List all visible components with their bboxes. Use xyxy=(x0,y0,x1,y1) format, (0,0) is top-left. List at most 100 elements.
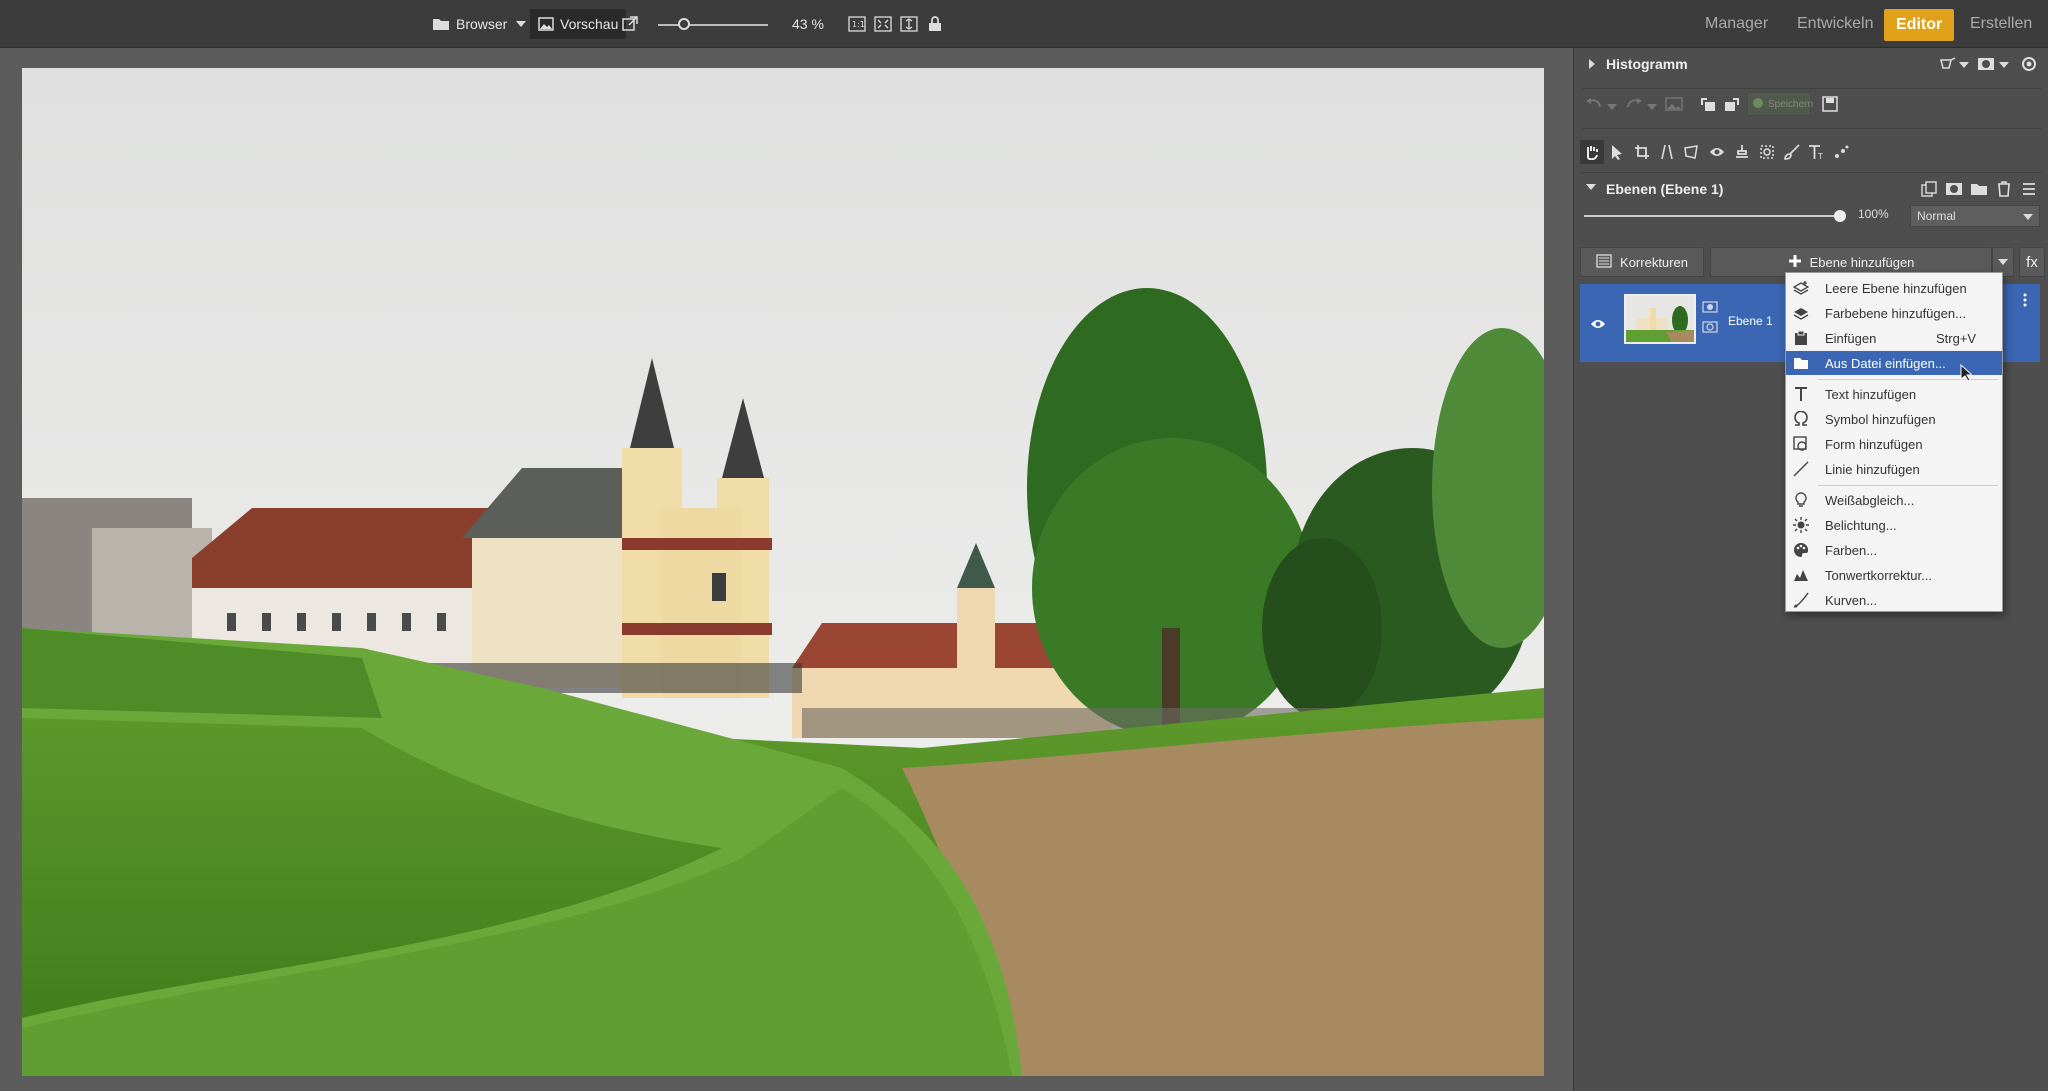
external-link-icon xyxy=(622,16,638,32)
insert-file-icon xyxy=(1792,354,1810,372)
save-as-icon[interactable] xyxy=(1820,94,1840,114)
opacity-slider-knob[interactable] xyxy=(1834,210,1846,222)
menu-item-levels[interactable]: Tonwertkorrektur... xyxy=(1786,563,2002,587)
hand-icon xyxy=(1582,142,1602,162)
rotate-right-icon[interactable] xyxy=(1722,94,1742,114)
clip-warning-icon[interactable] xyxy=(1938,54,1958,74)
brush-tool-icon[interactable] xyxy=(1782,142,1802,162)
histogram-title: Histogramm xyxy=(1606,56,1688,72)
hand-tool-button[interactable] xyxy=(1580,140,1604,164)
tab-editor[interactable]: Editor xyxy=(1884,9,1955,41)
redo-icon[interactable] xyxy=(1624,94,1644,114)
menu-item-white-balance[interactable]: Weißabgleich... xyxy=(1786,488,2002,512)
mouse-cursor xyxy=(1960,363,1974,387)
corrections-label: Korrekturen xyxy=(1620,254,1688,270)
chevron-down-icon xyxy=(1998,259,2008,265)
menu-item-add-symbol[interactable]: Symbol hinzufügen xyxy=(1786,407,2002,431)
layer-mask-icon[interactable] xyxy=(1944,179,1964,199)
layer-mask-icon[interactable] xyxy=(1702,320,1718,334)
photo-canvas[interactable] xyxy=(22,68,1544,1076)
duplicate-layer-icon[interactable] xyxy=(1919,179,1939,199)
transform-tool-icon[interactable] xyxy=(1682,142,1702,162)
browser-button[interactable]: Browser xyxy=(424,0,515,48)
photo-image xyxy=(22,68,1544,1076)
text-icon xyxy=(1792,385,1810,403)
menu-item-exposure[interactable]: Belichtung... xyxy=(1786,513,2002,537)
bulb-icon xyxy=(1792,491,1810,509)
save-check-icon xyxy=(1752,97,1764,112)
fit-screen-icon xyxy=(874,16,892,32)
lock-icon xyxy=(928,16,942,32)
menu-item-curves[interactable]: Kurven... xyxy=(1786,588,2002,612)
chevron-down-icon[interactable] xyxy=(1607,104,1617,110)
paste-icon xyxy=(1792,329,1810,347)
tab-manager[interactable]: Manager xyxy=(1705,0,1768,48)
zoom-slider[interactable] xyxy=(658,18,768,30)
mask-view-icon[interactable] xyxy=(1976,54,1996,74)
layers-menu-icon[interactable] xyxy=(2019,179,2039,199)
settings-icon[interactable] xyxy=(2019,54,2039,74)
group-folder-icon[interactable] xyxy=(1969,179,1989,199)
blend-mode-value: Normal xyxy=(1917,209,1956,223)
preview-label: Vorschau xyxy=(560,16,619,32)
layer-mask-icon[interactable] xyxy=(1702,300,1718,314)
omega-icon xyxy=(1792,410,1810,428)
chevron-down-icon[interactable] xyxy=(1959,62,1969,68)
corrections-icon xyxy=(1596,253,1612,271)
sun-icon xyxy=(1792,516,1810,534)
save-label: Speichern xyxy=(1768,98,1814,110)
rotate-left-icon[interactable] xyxy=(1698,94,1718,114)
curves-icon xyxy=(1792,591,1810,609)
chevron-down-icon[interactable] xyxy=(1647,104,1657,110)
fx-button[interactable]: fx xyxy=(2019,247,2045,277)
opacity-value: 100% xyxy=(1858,207,1889,221)
layer-thumbnail xyxy=(1624,294,1696,344)
fit-screen-button[interactable] xyxy=(874,0,892,48)
more-vertical-icon[interactable] xyxy=(2020,290,2030,310)
zoom-slider-knob[interactable] xyxy=(678,18,691,30)
color-layer-icon xyxy=(1792,304,1810,322)
canvas-area[interactable] xyxy=(0,48,1573,1091)
selection-tool-icon[interactable] xyxy=(1757,142,1777,162)
divider xyxy=(1582,128,2041,129)
svg-text:1:1: 1:1 xyxy=(852,20,865,29)
corrections-button[interactable]: Korrekturen xyxy=(1580,247,1704,277)
menu-divider xyxy=(1818,485,1998,486)
tab-develop[interactable]: Entwickeln xyxy=(1797,0,1873,48)
undo-icon[interactable] xyxy=(1584,94,1604,114)
save-button[interactable]: Speichern xyxy=(1747,92,1814,116)
chevron-down-icon xyxy=(1586,184,1596,190)
more-tools-icon[interactable] xyxy=(1832,142,1852,162)
tab-create[interactable]: Erstellen xyxy=(1970,0,2032,48)
select-tool-icon[interactable] xyxy=(1607,142,1627,162)
menu-item-paste[interactable]: Einfügen Strg+V xyxy=(1786,326,2002,350)
trash-icon[interactable] xyxy=(1994,179,2014,199)
external-preview-button[interactable] xyxy=(622,0,638,48)
histogram-header[interactable]: Histogramm xyxy=(1574,48,2048,80)
visibility-eye-icon[interactable] xyxy=(1588,314,1608,334)
chevron-down-icon[interactable] xyxy=(1999,62,2009,68)
menu-item-empty-layer[interactable]: Leere Ebene hinzufügen xyxy=(1786,276,2002,300)
red-eye-tool-icon[interactable] xyxy=(1707,142,1727,162)
zoom-100-button[interactable]: 1:1 xyxy=(848,0,866,48)
lock-zoom-button[interactable] xyxy=(928,0,942,48)
browser-dropdown-button[interactable] xyxy=(516,0,526,48)
menu-item-color-layer[interactable]: Farbebene hinzufügen... xyxy=(1786,301,2002,325)
menu-item-add-shape[interactable]: Form hinzufügen xyxy=(1786,432,2002,456)
straighten-tool-icon[interactable] xyxy=(1657,142,1677,162)
plus-icon xyxy=(1788,254,1802,271)
line-icon xyxy=(1792,460,1810,478)
text-tool-icon[interactable]: T xyxy=(1807,142,1827,162)
clone-tool-icon[interactable] xyxy=(1732,142,1752,162)
menu-item-add-line[interactable]: Linie hinzufügen xyxy=(1786,457,2002,481)
app-window: Browser Vorschau 43 % 1:1 Manager Entwic… xyxy=(0,0,2048,1091)
menu-item-colors[interactable]: Farben... xyxy=(1786,538,2002,562)
preview-button[interactable]: Vorschau xyxy=(530,9,627,39)
blend-mode-select[interactable]: Normal xyxy=(1910,205,2040,227)
history-image-icon[interactable] xyxy=(1664,94,1684,114)
divider xyxy=(1582,88,2041,89)
opacity-slider[interactable] xyxy=(1584,210,1846,222)
add-layer-menu: Leere Ebene hinzufügen Farbebene hinzufü… xyxy=(1785,272,2003,612)
crop-tool-icon[interactable] xyxy=(1632,142,1652,162)
fit-height-button[interactable] xyxy=(900,0,918,48)
